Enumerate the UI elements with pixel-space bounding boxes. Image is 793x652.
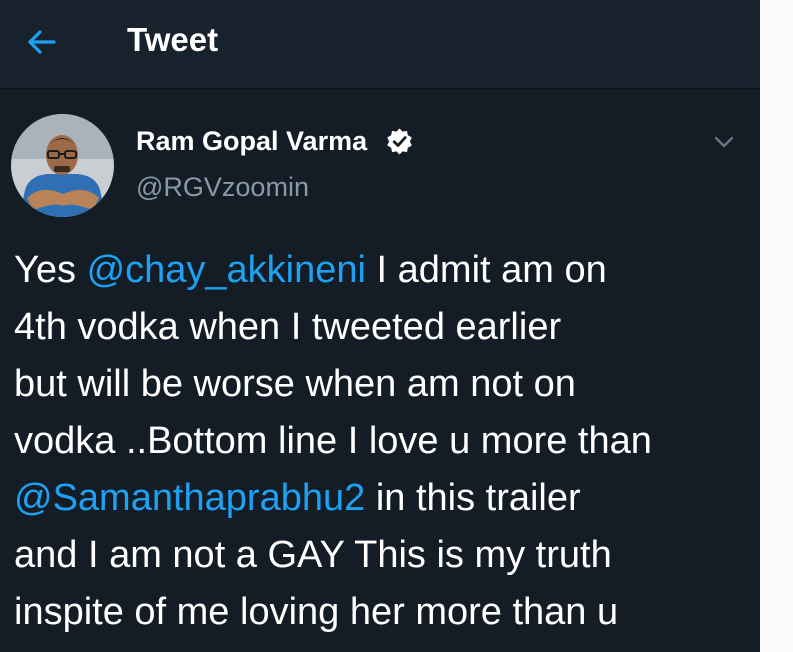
chevron-down-icon[interactable]: [710, 128, 738, 156]
tweet-text-segment: Yes: [14, 249, 87, 291]
page-margin: [760, 0, 793, 652]
mention-link[interactable]: @chay_akkineni: [87, 249, 366, 291]
avatar[interactable]: [11, 114, 114, 217]
tweet-text-segment: in this trailer: [365, 477, 581, 519]
top-bar: Tweet: [0, 0, 760, 89]
tweet-text-segment: 4th vodka when I tweeted earlier: [14, 306, 562, 348]
profile-photo-icon: [11, 114, 114, 217]
tweet-text-segment: and I am not a GAY This is my truth: [14, 534, 612, 576]
tweet-text-segment: I admit am on: [365, 249, 607, 291]
page-title: Tweet: [127, 21, 219, 58]
back-button[interactable]: [20, 20, 64, 64]
author-name[interactable]: Ram Gopal Varma: [136, 126, 367, 157]
verified-badge-icon: [387, 128, 412, 155]
arrow-left-icon: [28, 30, 56, 54]
mention-link[interactable]: @Samanthaprabhu2: [14, 477, 365, 519]
tweet-screen: Tweet Ram Gopal Varma @RGVzoomin Yes @ch…: [0, 0, 760, 652]
tweet-text-segment: vodka ..Bottom line I love u more than: [14, 420, 652, 462]
tweet-text: Yes @chay_akkineni I admit am on 4th vodk…: [14, 242, 754, 641]
author-handle[interactable]: @RGVzoomin: [136, 172, 309, 203]
tweet-text-segment: but will be worse when am not on: [14, 363, 576, 405]
tweet-text-segment: inspite of me loving her more than u: [14, 591, 619, 633]
